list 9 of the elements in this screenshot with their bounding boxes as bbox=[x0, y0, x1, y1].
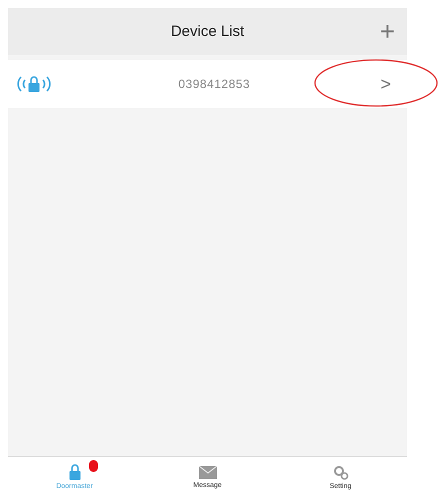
device-number: 0398412853 bbox=[177, 77, 252, 91]
device-row[interactable]: 0398412853 > bbox=[8, 60, 407, 108]
chevron-icon[interactable]: > bbox=[376, 74, 395, 94]
gears-icon bbox=[332, 464, 348, 480]
add-button[interactable]: + bbox=[376, 16, 399, 46]
lock-icon bbox=[68, 464, 80, 480]
wireless-lock-icon bbox=[16, 74, 52, 94]
envelope-icon bbox=[198, 466, 216, 478]
page-title: Device List bbox=[170, 23, 244, 40]
